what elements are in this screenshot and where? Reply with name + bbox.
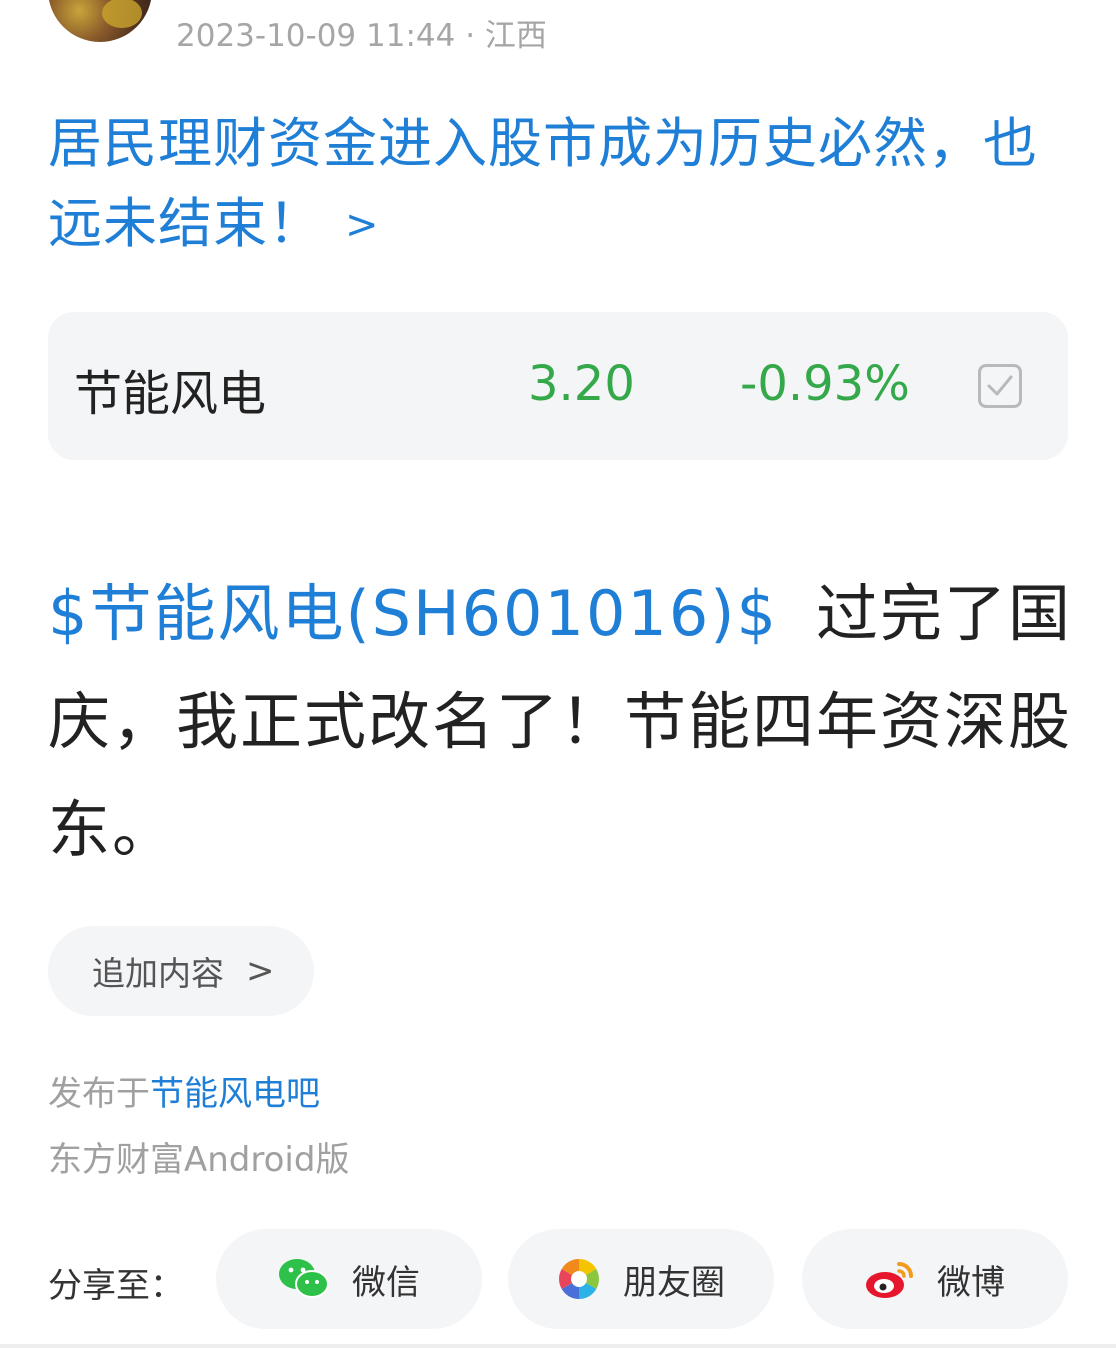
moments-icon (557, 1257, 601, 1301)
client-source: 东方财富Android版 (48, 1140, 350, 1180)
stock-price: 3.20 (528, 356, 635, 412)
divider (0, 1344, 1116, 1348)
share-wechat-label: 微信 (352, 1262, 420, 1303)
share-moments-button[interactable]: 朋友圈 (508, 1229, 774, 1329)
checkmark-icon (987, 375, 1013, 396)
chevron-right-icon: > (345, 202, 380, 248)
wechat-icon (278, 1258, 330, 1300)
add-watchlist-checkbox[interactable] (978, 364, 1022, 408)
share-weibo-label: 微博 (937, 1262, 1005, 1303)
share-moments-label: 朋友圈 (623, 1262, 725, 1303)
weibo-icon (865, 1258, 915, 1300)
chevron-right-icon: > (246, 951, 275, 991)
headline-link[interactable]: 居民理财资金进入股市成为历史必然，也远未结束！ > (48, 104, 1078, 265)
stock-change: -0.93% (740, 356, 910, 412)
share-wechat-button[interactable]: 微信 (216, 1229, 482, 1329)
share-weibo-button[interactable]: 微博 (802, 1229, 1068, 1329)
published-prefix: 发布于 (48, 1074, 150, 1114)
post-body: $节能风电(SH601016)$ 过完了国庆，我正式改名了！节能四年资深股东。 (48, 560, 1078, 884)
forum-link[interactable]: 节能风电吧 (150, 1074, 320, 1114)
post-meta: 2023-10-09 11:44 · 江西 (176, 18, 547, 54)
published-in: 发布于节能风电吧 (48, 1066, 320, 1115)
add-content-button[interactable]: 追加内容 > (48, 926, 314, 1016)
stock-tag-link[interactable]: $节能风电(SH601016)$ (48, 577, 778, 650)
stock-name: 节能风电 (74, 366, 267, 422)
add-content-label: 追加内容 (92, 954, 224, 993)
author-avatar[interactable] (48, 0, 152, 42)
headline-text: 居民理财资金进入股市成为历史必然，也远未结束！ (48, 112, 1038, 255)
post-detail-page: 2023-10-09 11:44 · 江西 居民理财资金进入股市成为历史必然，也… (0, 0, 1116, 1348)
stock-quote-card[interactable]: 节能风电 3.20 -0.93% (48, 312, 1068, 460)
share-label: 分享至： (48, 1266, 184, 1306)
